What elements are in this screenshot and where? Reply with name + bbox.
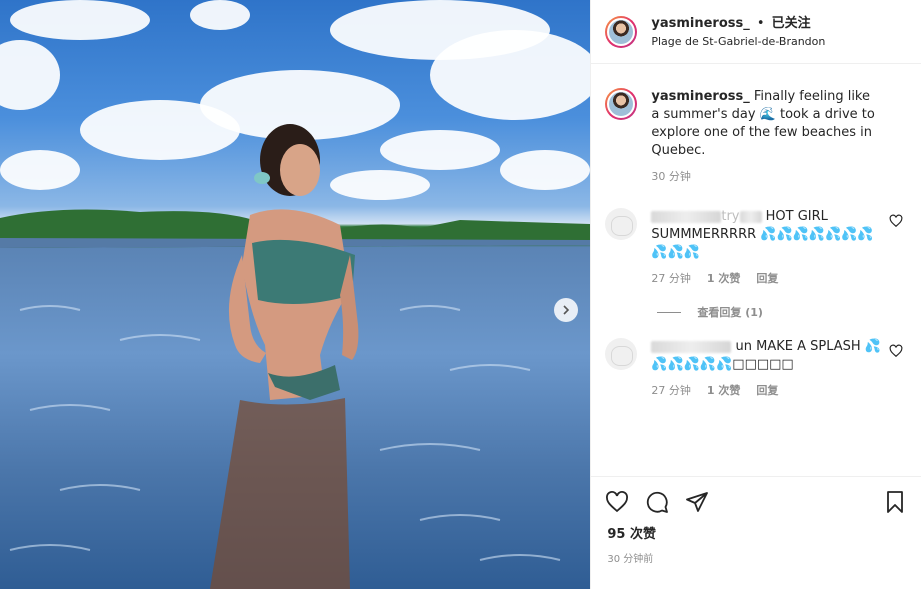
commenter-avatar[interactable] <box>605 208 638 240</box>
cloud <box>0 150 80 190</box>
comments-section: yasmineross_ Finally feeling like a summ… <box>591 64 921 477</box>
instagram-post: yasmineross_ • 已关注 Plage de St-Gabriel-d… <box>0 0 921 589</box>
cloud <box>500 150 590 190</box>
comment-item: un MAKE A SPLASH 💦💦💦💦💦💦□□□□□ 27 分钟 1 次赞 … <box>591 338 921 400</box>
comment-likes[interactable]: 1 次赞 <box>707 382 740 400</box>
blurred-username <box>651 210 722 223</box>
cloud <box>380 130 500 170</box>
post-photo[interactable] <box>0 0 591 589</box>
author-avatar[interactable] <box>605 15 638 48</box>
comment-icon[interactable] <box>645 490 669 514</box>
view-replies-label: 查看回复 (1) <box>697 306 763 319</box>
caption-time[interactable]: 30 分钟 <box>651 168 691 186</box>
heart-icon[interactable] <box>889 214 903 228</box>
cloud <box>10 0 150 40</box>
comment-likes[interactable]: 1 次赞 <box>707 270 740 288</box>
comment-time[interactable]: 27 分钟 <box>651 382 691 400</box>
cloud <box>190 0 250 30</box>
username-fragment[interactable]: try <box>721 209 739 224</box>
following-status[interactable]: 已关注 <box>772 16 811 31</box>
view-replies-button[interactable]: 查看回复 (1) <box>657 304 921 320</box>
post-header: yasmineross_ • 已关注 Plage de St-Gabriel-d… <box>591 0 921 64</box>
reply-button[interactable]: 回复 <box>756 270 778 288</box>
post-caption: yasmineross_ Finally feeling like a summ… <box>591 64 921 186</box>
commenter-avatar[interactable] <box>605 338 638 370</box>
post-time[interactable]: 30 分钟前 <box>591 542 921 565</box>
chevron-right-icon <box>563 305 570 315</box>
heart-icon[interactable] <box>889 344 903 358</box>
comment-time[interactable]: 27 分钟 <box>651 270 691 288</box>
author-username[interactable]: yasmineross_ <box>651 16 749 31</box>
cloud <box>430 30 591 120</box>
comment-item: try HOT GIRL SUMMMERRRRR 💦💦💦💦💦💦💦💦💦💦 27 分… <box>591 208 921 288</box>
username-fragment[interactable]: un <box>736 339 752 354</box>
share-icon[interactable] <box>685 490 709 514</box>
post-location[interactable]: Plage de St-Gabriel-de-Brandon <box>651 33 825 51</box>
likes-count[interactable]: 95 次赞 <box>591 517 921 542</box>
separator-dot: • <box>756 15 765 31</box>
caption-username[interactable]: yasmineross_ <box>651 89 749 104</box>
post-sidebar: yasmineross_ • 已关注 Plage de St-Gabriel-d… <box>590 0 921 589</box>
reply-button[interactable]: 回复 <box>756 382 778 400</box>
blurred-username <box>651 340 732 353</box>
post-footer: 95 次赞 30 分钟前 <box>591 476 921 589</box>
action-bar <box>591 477 921 517</box>
divider-line <box>657 311 682 313</box>
person-in-water <box>210 124 359 589</box>
heart-icon[interactable] <box>605 490 629 514</box>
cloud <box>0 40 60 110</box>
caption-avatar[interactable] <box>605 88 638 120</box>
bookmark-icon[interactable] <box>883 490 907 514</box>
